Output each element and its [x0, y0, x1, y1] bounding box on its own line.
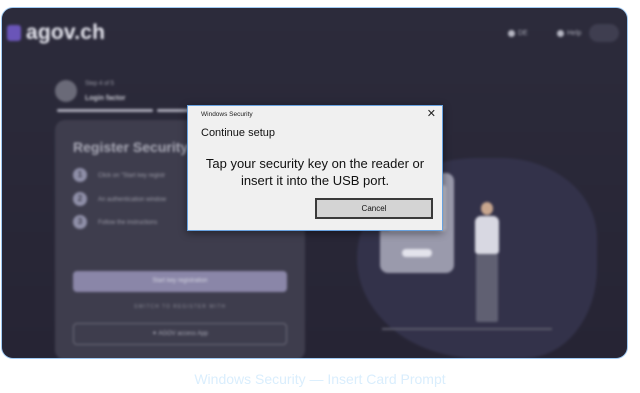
instruction-step: Click on "Start key registr [98, 173, 166, 179]
dialog-message: Tap your security key on the reader or i… [188, 155, 442, 189]
help-label: Help [567, 30, 582, 37]
progress-segment [57, 109, 153, 112]
instruction-step: An authentication window [98, 197, 167, 203]
step-label: Login factor [85, 95, 126, 102]
screenshot-frame: agov.ch DE Help Step 4 of 5 Login factor… [1, 7, 628, 359]
ground-line [382, 328, 552, 330]
menu-button[interactable] [589, 24, 619, 42]
windows-security-dialog: Windows Security ✕ Continue setup Tap yo… [187, 105, 443, 231]
reader-button [402, 249, 432, 257]
language-label: DE [518, 30, 528, 37]
agov-logo-icon [7, 25, 21, 41]
dialog-message-line: insert it into the USB port. [240, 173, 390, 188]
person-illustration-body [475, 216, 499, 254]
help-link[interactable]: Help [557, 30, 581, 37]
site-logo: agov.ch [26, 21, 106, 44]
instruction-step: Follow the instructions [98, 220, 158, 226]
close-icon[interactable]: ✕ [427, 108, 436, 120]
dialog-title: Continue setup [201, 127, 275, 139]
start-key-registration-button[interactable]: Start key registration [73, 271, 287, 292]
dialog-caption: Windows Security [201, 111, 253, 118]
switch-method-label: SWITCH TO REGISTER WITH [134, 304, 226, 310]
step-counter: Step 4 of 5 [85, 81, 115, 87]
step-number-badge: 3 [73, 215, 87, 229]
figure-caption: Windows Security — Insert Card Prompt [194, 371, 446, 387]
globe-icon [508, 30, 515, 37]
help-icon [557, 30, 564, 37]
language-selector[interactable]: DE [508, 30, 528, 37]
step-icon [55, 80, 77, 102]
person-illustration-legs [476, 254, 498, 322]
step-number-badge: 2 [73, 192, 87, 206]
person-illustration-head [481, 202, 493, 215]
card-title: Register Security K [73, 139, 203, 155]
agov-access-app-button[interactable]: ✦ AGOV access App [73, 323, 287, 345]
cancel-button[interactable]: Cancel [315, 198, 433, 219]
dialog-message-line: Tap your security key on the reader or [205, 156, 425, 171]
step-number-badge: 1 [73, 168, 87, 182]
